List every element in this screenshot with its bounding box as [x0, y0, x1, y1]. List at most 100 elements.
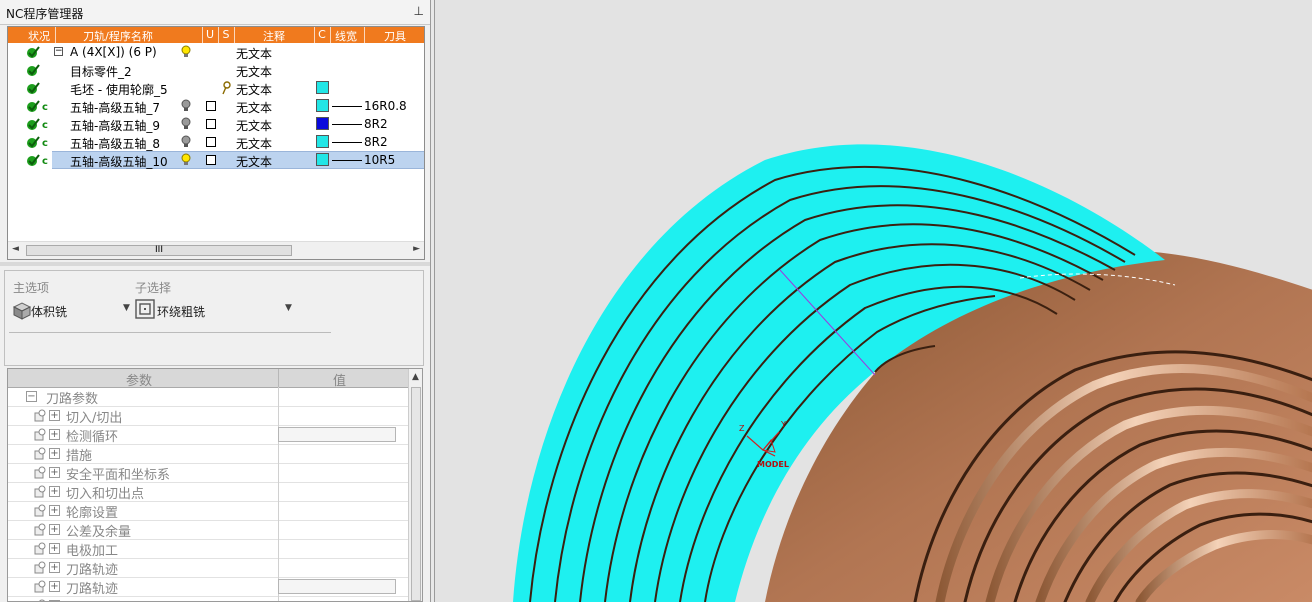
scroll-thumb[interactable]: III: [26, 245, 292, 256]
param-row[interactable]: + 切入/切出: [8, 406, 408, 426]
param-row[interactable]: + 检测循环: [8, 425, 408, 445]
col-s[interactable]: S: [220, 28, 232, 41]
pin-icon[interactable]: ⊥: [414, 4, 424, 18]
col-note[interactable]: 注释: [254, 28, 294, 44]
expand-icon[interactable]: +: [49, 524, 60, 535]
u-checkbox[interactable]: [206, 119, 216, 129]
param-value-cell[interactable]: [278, 501, 409, 520]
bulb-on-icon[interactable]: [180, 45, 192, 59]
3d-viewport[interactable]: Z Y MODEL: [434, 0, 1312, 602]
param-value-cell[interactable]: [278, 463, 409, 482]
param-row[interactable]: + 切入和切出点: [8, 482, 408, 502]
scroll-right-icon[interactable]: ►: [413, 244, 420, 254]
col-width[interactable]: 线宽: [332, 28, 360, 44]
row-tool: 8R2: [364, 117, 388, 131]
vertical-scrollbar[interactable]: ▲: [408, 369, 422, 601]
chevron-down-icon[interactable]: ▼: [285, 303, 292, 313]
row-tool: 8R2: [364, 135, 388, 149]
parameters-table: 参数 值 − 刀路参数 ▲ + 切入/切出 + 检测循环 + 措施 + 安全平面和坐标系 + 切入…: [7, 368, 423, 602]
color-swatch[interactable]: [316, 81, 329, 94]
expand-icon[interactable]: +: [49, 562, 60, 573]
expand-icon[interactable]: +: [49, 448, 60, 459]
tree-row[interactable]: c 五轴-高级五轴_8 无文本 8R2: [8, 133, 424, 151]
param-value-cell[interactable]: [278, 558, 409, 577]
color-swatch[interactable]: [316, 99, 329, 112]
sub-option-select[interactable]: 环绕粗铣: [157, 303, 205, 320]
param-settings-icon: [34, 466, 46, 479]
param-value-cell[interactable]: [278, 596, 409, 601]
param-value-cell[interactable]: [278, 520, 409, 539]
horizontal-scrollbar[interactable]: ◄ III ►: [8, 241, 424, 259]
param-value-cell[interactable]: [278, 482, 409, 501]
calculated-badge: c: [42, 120, 48, 131]
param-row[interactable]: + 安全平面和坐标系: [8, 463, 408, 483]
col-status[interactable]: 状况: [24, 28, 54, 44]
expand-icon[interactable]: +: [49, 543, 60, 554]
param-label: 安全平面和坐标系: [66, 468, 171, 483]
param-settings-icon: [34, 485, 46, 498]
expand-icon[interactable]: +: [49, 581, 60, 592]
param-value-field[interactable]: [278, 427, 396, 442]
u-checkbox[interactable]: [206, 101, 216, 111]
color-swatch[interactable]: [316, 135, 329, 148]
collapse-icon[interactable]: −: [54, 47, 63, 56]
param-value-cell[interactable]: [278, 406, 409, 425]
param-row[interactable]: + 轮廓设置: [8, 501, 408, 521]
scroll-thumb[interactable]: [411, 387, 421, 601]
param-row[interactable]: + 刀路轨迹: [8, 558, 408, 578]
expand-icon[interactable]: +: [49, 467, 60, 478]
param-value-cell[interactable]: [278, 539, 409, 558]
model-render[interactable]: [435, 0, 1312, 602]
volume-milling-icon: [12, 302, 32, 320]
main-option-label: 主选项: [13, 281, 50, 295]
key-icon[interactable]: [220, 81, 232, 95]
expand-icon[interactable]: +: [49, 486, 60, 497]
tree-row[interactable]: 毛坯 - 使用轮廓_5 无文本: [8, 79, 424, 97]
color-swatch[interactable]: [316, 153, 329, 166]
param-group-row[interactable]: − 刀路参数: [8, 387, 408, 407]
col-u[interactable]: U: [204, 28, 216, 41]
tree-row[interactable]: c 五轴-高级五轴_7 无文本 16R0.8: [8, 97, 424, 115]
chevron-down-icon[interactable]: ▼: [123, 303, 130, 313]
nc-program-tree: 状况 刀轨/程序名称 U S 注释 C 线宽 刀具 ◄ III ► − A (4X…: [7, 26, 425, 260]
row-tool: 10R5: [364, 153, 396, 167]
bulb-off-icon[interactable]: [180, 117, 192, 131]
u-checkbox[interactable]: [206, 137, 216, 147]
param-row[interactable]: +平行加工延伸: [8, 596, 409, 601]
panel-divider[interactable]: [0, 262, 430, 266]
bulb-on-icon[interactable]: [180, 153, 192, 167]
main-option-select[interactable]: 体积铣: [31, 303, 67, 320]
row-name: 五轴-高级五轴_10: [70, 155, 168, 169]
u-checkbox[interactable]: [206, 155, 216, 165]
param-row[interactable]: + 刀路轨迹: [8, 577, 408, 597]
expand-icon[interactable]: +: [49, 410, 60, 421]
scroll-left-icon[interactable]: ◄: [12, 244, 19, 254]
param-row[interactable]: + 措施: [8, 444, 408, 464]
options-panel: 主选项 子选择 体积铣 ▼ 环绕粗铣 ▼: [4, 270, 424, 366]
param-row[interactable]: + 电极加工: [8, 539, 408, 559]
status-check-icon: [27, 154, 40, 166]
param-value-field[interactable]: [278, 579, 396, 594]
col-c[interactable]: C: [316, 28, 328, 41]
expand-icon[interactable]: +: [49, 505, 60, 516]
param-value-cell[interactable]: [278, 444, 409, 463]
tree-row[interactable]: c 五轴-高级五轴_10 无文本 10R5: [8, 151, 424, 169]
calculated-badge: c: [42, 138, 48, 149]
bulb-off-icon[interactable]: [180, 135, 192, 149]
left-panel: NC程序管理器 ⊥ 状况 刀轨/程序名称 U S 注释 C 线宽 刀具 ◄ II…: [0, 0, 431, 602]
row-note: 无文本: [236, 83, 273, 97]
tree-row[interactable]: c 五轴-高级五轴_9 无文本 8R2: [8, 115, 424, 133]
tree-row[interactable]: − A (4X[X]) (6 P) 无文本: [8, 43, 424, 61]
bulb-off-icon[interactable]: [180, 99, 192, 113]
col-name[interactable]: 刀轨/程序名称: [68, 28, 168, 44]
spiral-roughing-icon: [135, 299, 155, 319]
param-row[interactable]: + 公差及余量: [8, 520, 408, 540]
nc-manager-titlebar: NC程序管理器 ⊥: [0, 0, 430, 25]
col-tool[interactable]: 刀具: [380, 28, 410, 44]
scroll-up-icon[interactable]: ▲: [412, 372, 419, 382]
tree-row[interactable]: 目标零件_2 无文本: [8, 61, 424, 79]
color-swatch[interactable]: [316, 117, 329, 130]
expand-icon[interactable]: +: [49, 429, 60, 440]
collapse-icon[interactable]: −: [26, 391, 37, 402]
param-label: 公差及余量: [66, 525, 132, 540]
